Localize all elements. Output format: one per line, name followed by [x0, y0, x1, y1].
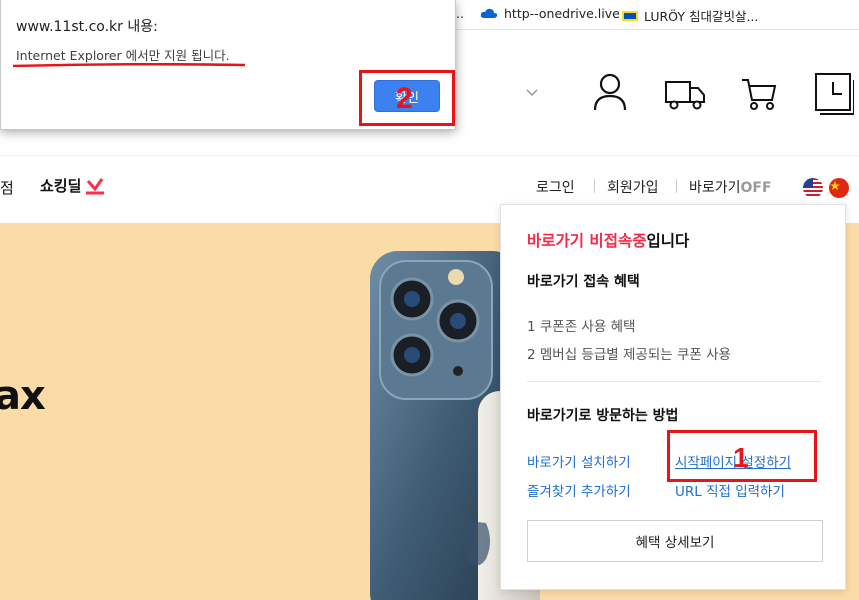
- shortcut-toggle[interactable]: 바로가기OFF: [689, 177, 772, 197]
- annotation-underline: [13, 63, 245, 67]
- annotation-number-1: 1: [733, 442, 749, 473]
- china-flag-icon[interactable]: [829, 178, 849, 198]
- bookmark-label: http--onedrive.live: [504, 6, 620, 21]
- recent-viewed-icon[interactable]: [814, 72, 854, 116]
- bookmark-label: LURÖY 침대갈빗살...: [644, 9, 759, 24]
- divider: [594, 179, 595, 193]
- login-link[interactable]: 로그인: [536, 177, 575, 197]
- methods-heading: 바로가기로 방문하는 방법: [527, 408, 679, 424]
- panel-divider: [527, 381, 821, 382]
- benefits-heading: 바로가기 접속 혜택: [527, 274, 640, 290]
- shocking-deal-link[interactable]: 쇼킹딜: [40, 175, 81, 196]
- onedrive-cloud-icon: [480, 8, 498, 18]
- bookmark-onedrive[interactable]: http--onedrive.live: [480, 6, 620, 21]
- nav-item-partial[interactable]: 점: [0, 177, 14, 198]
- add-favorite-link[interactable]: 즐겨찾기 추가하기: [527, 480, 631, 500]
- my-account-icon[interactable]: [592, 72, 628, 112]
- install-shortcut-link[interactable]: 바로가기 설치하기: [527, 451, 631, 471]
- benefit-detail-button[interactable]: 혜택 상세보기: [527, 520, 823, 562]
- alert-message: Internet Explorer 에서만 지원 됩니다.: [16, 48, 230, 63]
- bookmark-ikea[interactable]: LURÖY 침대갈빗살...: [622, 6, 758, 25]
- us-flag-icon[interactable]: [803, 178, 823, 198]
- chevron-down-icon[interactable]: [526, 86, 538, 98]
- url-direct-link[interactable]: URL 직접 입력하기: [675, 480, 785, 500]
- benefit-item: 2 멤버십 등급별 제공되는 쿠폰 사용: [527, 347, 731, 363]
- alert-title: www.11st.co.kr 내용:: [16, 19, 158, 35]
- panel-title-status: 바로가기 비접속중: [527, 232, 647, 250]
- shortcut-panel: 바로가기 비접속중입니다 바로가기 접속 혜택 1 쿠폰존 사용 혜택 2 멤버…: [500, 204, 846, 590]
- signup-link[interactable]: 회원가입: [607, 177, 659, 197]
- ikea-logo-icon: [622, 10, 638, 21]
- annotation-number-2: 2: [396, 82, 413, 115]
- panel-title: 바로가기 비접속중입니다: [527, 229, 689, 251]
- delivery-truck-icon[interactable]: [664, 72, 706, 112]
- banner-headline: ax: [0, 373, 46, 419]
- benefit-item: 1 쿠폰존 사용 혜택: [527, 319, 636, 335]
- shortcut-state: OFF: [740, 180, 772, 196]
- cart-icon[interactable]: [740, 72, 778, 112]
- shocking-deal-mark-icon: [86, 178, 104, 195]
- divider: [676, 179, 677, 193]
- panel-title-suffix: 입니다: [646, 232, 690, 250]
- shortcut-label: 바로가기: [689, 180, 741, 196]
